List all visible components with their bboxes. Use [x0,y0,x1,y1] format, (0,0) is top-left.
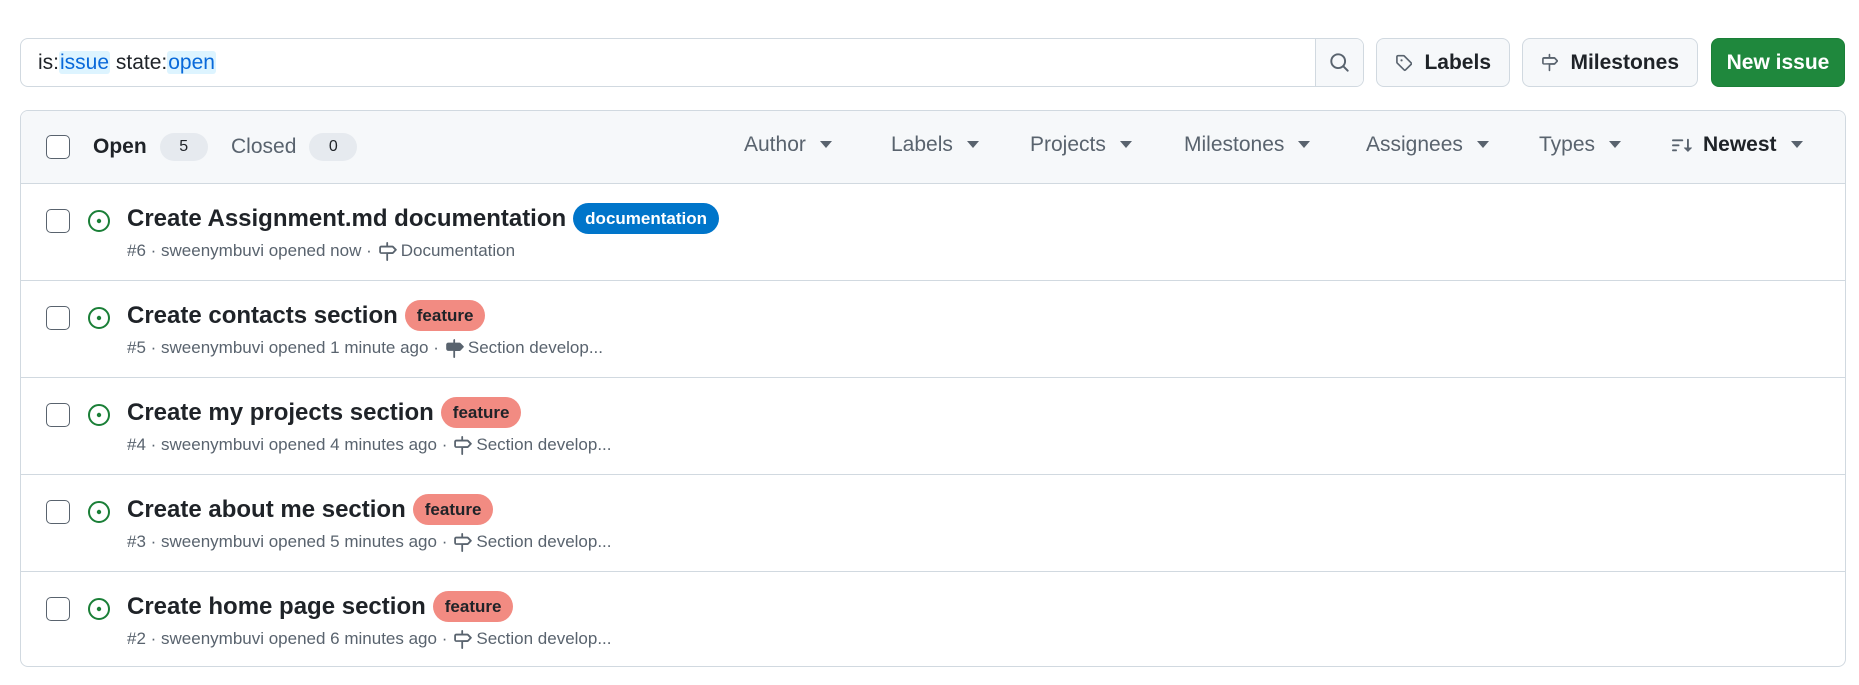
labels-filter-label: Labels [891,133,953,156]
labels-button[interactable]: Labels [1376,38,1510,87]
issues-toolbar: is:issue state:open Labels Milestones Ne… [20,38,1846,87]
triangle-down-icon [1790,141,1803,148]
issue-title-link[interactable]: Create about me section [127,496,406,524]
issue-row[interactable]: Create my projects section feature #4 · … [21,378,1845,475]
issue-milestone-link[interactable]: Section develop... [468,338,603,358]
milestone-icon [446,338,464,358]
query-value-issue: issue [59,50,111,74]
labels-button-label: Labels [1424,50,1491,74]
triangle-down-icon [1119,141,1132,148]
issue-row[interactable]: Create contacts section feature #5 · swe… [21,281,1845,378]
milestone-icon [454,532,473,552]
milestone-icon [454,629,473,649]
issue-opened-icon [88,210,110,232]
projects-filter-dropdown[interactable]: Projects [1030,133,1132,157]
issue-opened-icon [88,404,110,426]
milestones-button-label: Milestones [1570,50,1679,74]
issue-title-link[interactable]: Create contacts section [127,302,398,330]
issue-title-link[interactable]: Create Assignment.md documentation [127,205,566,233]
sort-label: Newest [1703,133,1777,156]
triangle-down-icon [1609,141,1622,148]
issue-meta: #5 · sweenymbuvi opened 1 minute ago · S… [127,338,603,358]
issue-select-checkbox[interactable] [46,500,70,524]
types-filter-label: Types [1539,133,1596,156]
author-filter-label: Author [744,133,806,156]
assignees-filter-dropdown[interactable]: Assignees [1366,133,1489,157]
issue-label[interactable]: feature [412,494,494,525]
issue-title-line: Create about me section feature [127,494,494,525]
issue-label[interactable]: feature [432,591,514,622]
issues-list: Open 5 Closed 0 Author Labels Projects M… [20,110,1846,667]
issue-search-input[interactable]: is:issue state:open [20,38,1364,87]
types-filter-dropdown[interactable]: Types [1539,133,1622,157]
triangle-down-icon [1476,141,1489,148]
issues-list-header: Open 5 Closed 0 Author Labels Projects M… [21,111,1845,184]
issue-title-line: Create contacts section feature [127,300,486,331]
issue-meta: #2 · sweenymbuvi opened 6 minutes ago · … [127,629,612,649]
labels-filter-dropdown[interactable]: Labels [891,133,979,157]
milestone-icon [1542,53,1559,72]
issue-select-checkbox[interactable] [46,209,70,233]
milestone-icon [454,435,473,455]
query-value-open: open [167,50,216,74]
issue-meta-text: #3 · sweenymbuvi opened 5 minutes ago · [127,532,448,551]
sort-desc-icon [1672,138,1693,152]
issue-opened-icon [88,598,110,620]
issue-meta: #3 · sweenymbuvi opened 5 minutes ago · … [127,532,612,552]
assignees-filter-label: Assignees [1366,133,1463,156]
issue-meta-text: #2 · sweenymbuvi opened 6 minutes ago · [127,629,448,648]
search-button[interactable] [1315,39,1363,86]
triangle-down-icon [966,141,979,148]
issue-title-line: Create my projects section feature [127,397,522,428]
issue-milestone-link[interactable]: Documentation [401,241,515,261]
triangle-down-icon [819,141,832,148]
issue-title-link[interactable]: Create home page section [127,593,426,621]
sort-dropdown[interactable]: Newest [1671,133,1803,157]
tag-icon [1396,54,1413,71]
milestones-filter-label: Milestones [1184,133,1285,156]
triangle-down-icon [1298,141,1311,148]
issue-opened-icon [88,501,110,523]
issue-label[interactable]: documentation [573,203,720,234]
search-query[interactable]: is:issue state:open [21,50,1315,75]
projects-filter-label: Projects [1030,133,1106,156]
author-filter-dropdown[interactable]: Author [744,133,832,157]
issue-meta-text: #5 · sweenymbuvi opened 1 minute ago · [127,338,439,357]
issue-select-checkbox[interactable] [46,403,70,427]
issue-title-line: Create home page section feature [127,591,514,622]
issue-milestone-link[interactable]: Section develop... [476,435,611,455]
issue-meta: #4 · sweenymbuvi opened 4 minutes ago · … [127,435,612,455]
query-key-state: state: [110,50,168,74]
new-issue-button[interactable]: New issue [1711,38,1845,87]
issue-milestone-link[interactable]: Section develop... [476,532,611,552]
issue-title-link[interactable]: Create my projects section [127,399,434,427]
milestones-filter-dropdown[interactable]: Milestones [1184,133,1311,157]
issue-meta-text: #6 · sweenymbuvi opened now · [127,241,372,260]
milestones-button[interactable]: Milestones [1522,38,1698,87]
issue-meta: #6 · sweenymbuvi opened now · Documentat… [127,241,515,261]
issue-row[interactable]: Create about me section feature #3 · swe… [21,475,1845,572]
issue-label[interactable]: feature [404,300,486,331]
issue-row[interactable]: Create Assignment.md documentation docum… [21,184,1845,281]
milestone-icon [378,241,397,261]
filter-bar: Author Labels Projects Milestones Assign… [21,133,1845,163]
issue-row[interactable]: Create home page section feature #2 · sw… [21,572,1845,666]
issue-label[interactable]: feature [440,397,522,428]
issue-select-checkbox[interactable] [46,597,70,621]
issue-meta-text: #4 · sweenymbuvi opened 4 minutes ago · [127,435,448,454]
issue-opened-icon [88,307,110,329]
issue-title-line: Create Assignment.md documentation docum… [127,203,720,234]
search-icon [1330,53,1349,72]
issue-milestone-link[interactable]: Section develop... [476,629,611,649]
query-key-is: is: [38,50,59,74]
issue-select-checkbox[interactable] [46,306,70,330]
